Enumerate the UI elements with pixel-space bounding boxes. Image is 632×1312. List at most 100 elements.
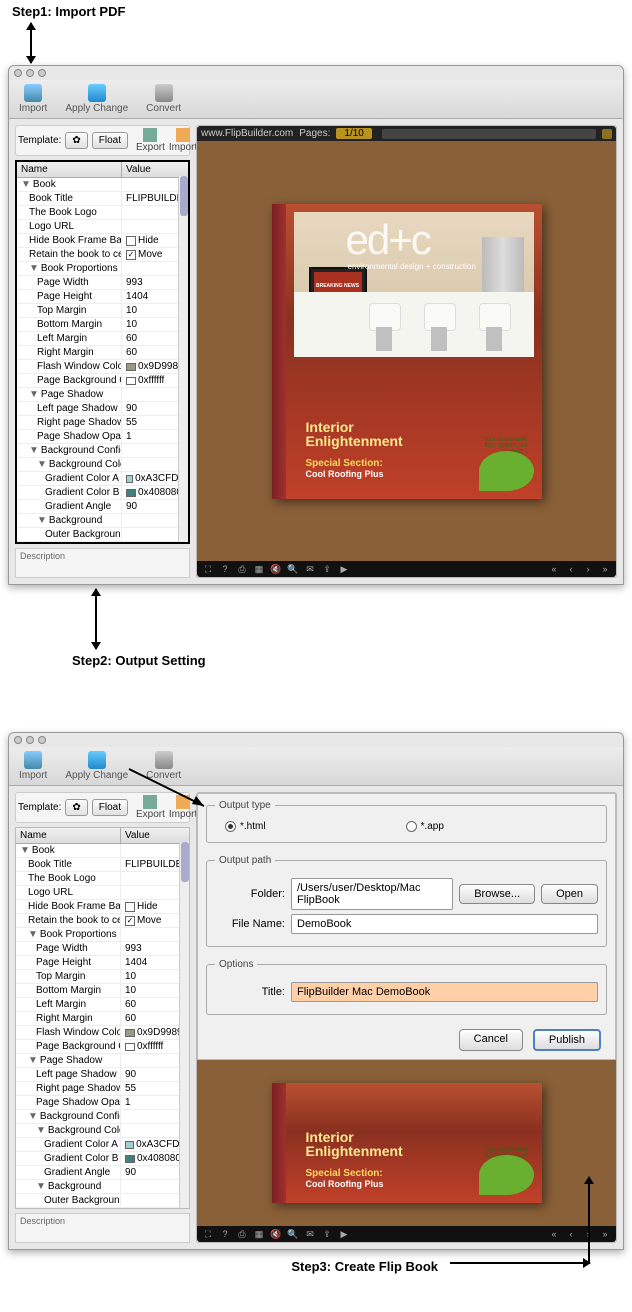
import-button[interactable]: Import — [19, 84, 47, 114]
open-button[interactable]: Open — [541, 884, 598, 904]
property-row[interactable]: Page Background Color0xffffff — [16, 1040, 189, 1054]
search-icon[interactable] — [602, 129, 612, 139]
property-row[interactable]: Right page Shadow55 — [16, 1082, 189, 1096]
property-row[interactable]: Left page Shadow90 — [17, 402, 188, 416]
property-row[interactable]: Left page Shadow90 — [16, 1068, 189, 1082]
thumbnails-icon[interactable]: ▦ — [254, 1229, 264, 1239]
help-icon[interactable]: ? — [220, 1229, 230, 1239]
property-row[interactable]: Page Height1404 — [17, 290, 188, 304]
property-row[interactable]: Outer Background File — [16, 1194, 189, 1208]
property-row[interactable]: Right Margin60 — [17, 346, 188, 360]
template-gear-button[interactable]: ✿ — [65, 799, 87, 816]
zoom-icon[interactable] — [38, 736, 46, 744]
property-row[interactable]: Book TitleFLIPBUILDER... — [16, 858, 189, 872]
template-style-button[interactable]: Float — [92, 132, 128, 149]
property-row[interactable]: Gradient Angle90 — [17, 500, 188, 514]
close-icon[interactable] — [14, 69, 22, 77]
last-page-icon[interactable]: » — [600, 1229, 610, 1239]
property-row[interactable]: Page Width993 — [17, 276, 188, 290]
help-icon[interactable]: ? — [220, 564, 230, 574]
zoom-icon[interactable] — [38, 69, 46, 77]
book-cover[interactable]: Interior Enlightenment Special Section: … — [272, 1083, 542, 1203]
book-cover[interactable]: BREAKING NEWS ed+c environmental design … — [272, 204, 542, 499]
property-row[interactable]: ▼Book Proportions — [16, 928, 189, 942]
property-row[interactable]: Page Shadow Opacity1 — [17, 430, 188, 444]
property-row[interactable]: Page Width993 — [16, 942, 189, 956]
pages-indicator[interactable]: 1/10 — [336, 128, 371, 139]
email-icon[interactable]: ✉ — [305, 564, 315, 574]
property-row[interactable]: Gradient Color B0x408080 — [16, 1152, 189, 1166]
share-icon[interactable]: ⇪ — [322, 1229, 332, 1239]
title-input[interactable]: FlipBuilder Mac DemoBook — [291, 982, 598, 1002]
property-row[interactable]: Retain the book to center✓Move — [16, 914, 189, 928]
property-row[interactable]: Right page Shadow55 — [17, 416, 188, 430]
property-row[interactable]: ▼Background — [17, 514, 188, 528]
filename-input[interactable]: DemoBook — [291, 914, 598, 934]
zoom-icon[interactable]: 🔍 — [288, 1229, 298, 1239]
property-row[interactable]: Hide Book Frame BarHide — [17, 234, 188, 248]
property-row[interactable]: Left Margin60 — [16, 998, 189, 1012]
property-row[interactable]: ▼Book — [16, 844, 189, 858]
property-row[interactable]: The Book Logo — [16, 872, 189, 886]
property-row[interactable]: Bottom Margin10 — [17, 318, 188, 332]
print-icon[interactable]: ⎙ — [237, 1229, 247, 1239]
scrollbar[interactable] — [179, 842, 189, 1208]
property-row[interactable]: Bottom Margin10 — [16, 984, 189, 998]
property-row[interactable]: ▼Background Config — [17, 444, 188, 458]
property-row[interactable]: Retain the book to center✓Move — [17, 248, 188, 262]
property-row[interactable]: ▼Background Config — [16, 1110, 189, 1124]
folder-input[interactable]: /Users/user/Desktop/Mac FlipBook — [291, 878, 453, 910]
fullscreen-icon[interactable]: ⛶ — [203, 1229, 213, 1239]
next-page-icon[interactable]: › — [583, 564, 593, 574]
property-row[interactable]: ▼Book Proportions — [17, 262, 188, 276]
email-icon[interactable]: ✉ — [305, 1229, 315, 1239]
property-row[interactable]: ▼Background — [16, 1180, 189, 1194]
radio-html[interactable]: *.html — [225, 821, 266, 832]
property-row[interactable]: Gradient Angle90 — [16, 1166, 189, 1180]
first-page-icon[interactable]: « — [549, 1229, 559, 1239]
first-page-icon[interactable]: « — [549, 564, 559, 574]
cancel-button[interactable]: Cancel — [459, 1029, 523, 1051]
sound-icon[interactable]: 🔇 — [271, 1229, 281, 1239]
property-row[interactable]: Left Margin60 — [17, 332, 188, 346]
scrollbar[interactable] — [178, 176, 188, 542]
share-icon[interactable]: ⇪ — [322, 564, 332, 574]
import-button[interactable]: Import — [19, 751, 47, 781]
search-input[interactable] — [382, 129, 596, 139]
prev-page-icon[interactable]: ‹ — [566, 564, 576, 574]
property-row[interactable]: Page Background Color0xffffff — [17, 374, 188, 388]
property-row[interactable]: Logo URL — [16, 886, 189, 900]
property-row[interactable]: Outer Background File — [17, 528, 188, 542]
minimize-icon[interactable] — [26, 69, 34, 77]
property-row[interactable]: Flash Window Color0x9D9989 — [16, 1026, 189, 1040]
print-icon[interactable]: ⎙ — [237, 564, 247, 574]
property-row[interactable]: The Book Logo — [17, 206, 188, 220]
thumbnails-icon[interactable]: ▦ — [254, 564, 264, 574]
browse-button[interactable]: Browse... — [459, 884, 535, 904]
property-row[interactable]: Page Height1404 — [16, 956, 189, 970]
radio-app[interactable]: *.app — [406, 821, 444, 832]
close-icon[interactable] — [14, 736, 22, 744]
minimize-icon[interactable] — [26, 736, 34, 744]
property-row[interactable]: ▼Page Shadow — [17, 388, 188, 402]
export-template-button[interactable]: Export — [136, 128, 165, 153]
property-row[interactable]: Book TitleFLIPBUILDER... — [17, 192, 188, 206]
fullscreen-icon[interactable]: ⛶ — [203, 564, 213, 574]
prev-page-icon[interactable]: ‹ — [566, 1229, 576, 1239]
autoplay-icon[interactable]: ▶ — [339, 1229, 349, 1239]
apply-change-button[interactable]: Apply Change — [65, 751, 128, 781]
property-row[interactable]: Top Margin10 — [16, 970, 189, 984]
property-row[interactable]: Right Margin60 — [16, 1012, 189, 1026]
property-row[interactable]: ▼Page Shadow — [16, 1054, 189, 1068]
property-row[interactable]: ▼Background Color — [17, 458, 188, 472]
import-template-button[interactable]: Import — [169, 128, 197, 153]
property-row[interactable]: Flash Window Color0x9D9989 — [17, 360, 188, 374]
property-row[interactable]: Hide Book Frame BarHide — [16, 900, 189, 914]
property-row[interactable]: Gradient Color B0x408080 — [17, 486, 188, 500]
zoom-icon[interactable]: 🔍 — [288, 564, 298, 574]
template-gear-button[interactable]: ✿ — [65, 132, 87, 149]
property-row[interactable]: Page Shadow Opacity1 — [16, 1096, 189, 1110]
convert-button[interactable]: Convert — [146, 84, 181, 114]
property-row[interactable]: Gradient Color A0xA3CFD1 — [17, 472, 188, 486]
sound-icon[interactable]: 🔇 — [271, 564, 281, 574]
